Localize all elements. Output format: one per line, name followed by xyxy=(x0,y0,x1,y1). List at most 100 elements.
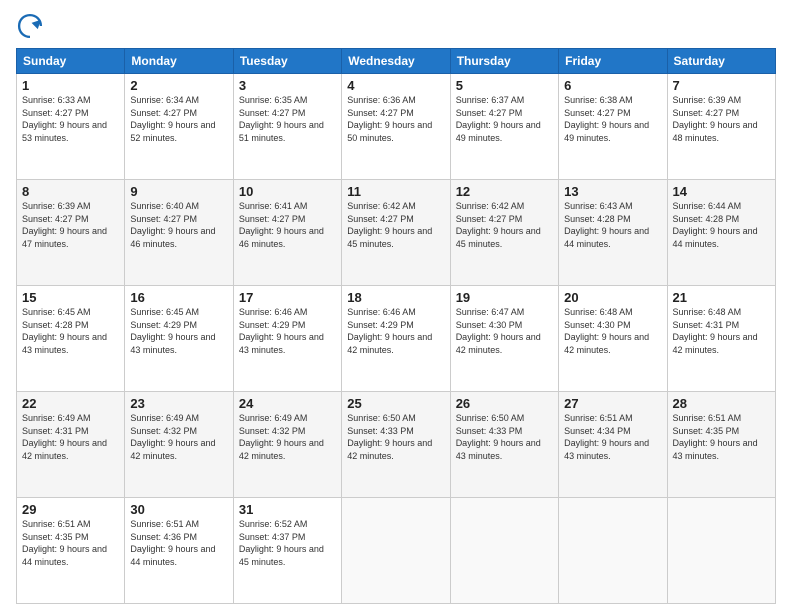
weekday-header-tuesday: Tuesday xyxy=(233,49,341,74)
calendar-cell: 20 Sunrise: 6:48 AMSunset: 4:30 PMDaylig… xyxy=(559,286,667,392)
day-info: Sunrise: 6:43 AMSunset: 4:28 PMDaylight:… xyxy=(564,201,649,249)
day-number: 8 xyxy=(22,184,119,199)
calendar-cell xyxy=(667,498,775,604)
day-number: 26 xyxy=(456,396,553,411)
day-number: 6 xyxy=(564,78,661,93)
day-number: 15 xyxy=(22,290,119,305)
day-number: 12 xyxy=(456,184,553,199)
day-info: Sunrise: 6:47 AMSunset: 4:30 PMDaylight:… xyxy=(456,307,541,355)
day-info: Sunrise: 6:51 AMSunset: 4:34 PMDaylight:… xyxy=(564,413,649,461)
day-info: Sunrise: 6:48 AMSunset: 4:30 PMDaylight:… xyxy=(564,307,649,355)
day-number: 11 xyxy=(347,184,444,199)
calendar-cell: 28 Sunrise: 6:51 AMSunset: 4:35 PMDaylig… xyxy=(667,392,775,498)
calendar-cell: 30 Sunrise: 6:51 AMSunset: 4:36 PMDaylig… xyxy=(125,498,233,604)
day-number: 16 xyxy=(130,290,227,305)
day-number: 27 xyxy=(564,396,661,411)
day-info: Sunrise: 6:49 AMSunset: 4:31 PMDaylight:… xyxy=(22,413,107,461)
day-number: 10 xyxy=(239,184,336,199)
calendar-cell: 15 Sunrise: 6:45 AMSunset: 4:28 PMDaylig… xyxy=(17,286,125,392)
day-number: 17 xyxy=(239,290,336,305)
day-info: Sunrise: 6:49 AMSunset: 4:32 PMDaylight:… xyxy=(130,413,215,461)
calendar-week-1: 1 Sunrise: 6:33 AMSunset: 4:27 PMDayligh… xyxy=(17,74,776,180)
calendar-week-2: 8 Sunrise: 6:39 AMSunset: 4:27 PMDayligh… xyxy=(17,180,776,286)
day-info: Sunrise: 6:41 AMSunset: 4:27 PMDaylight:… xyxy=(239,201,324,249)
day-number: 23 xyxy=(130,396,227,411)
calendar-week-3: 15 Sunrise: 6:45 AMSunset: 4:28 PMDaylig… xyxy=(17,286,776,392)
day-info: Sunrise: 6:45 AMSunset: 4:28 PMDaylight:… xyxy=(22,307,107,355)
day-number: 19 xyxy=(456,290,553,305)
calendar-cell: 8 Sunrise: 6:39 AMSunset: 4:27 PMDayligh… xyxy=(17,180,125,286)
day-info: Sunrise: 6:36 AMSunset: 4:27 PMDaylight:… xyxy=(347,95,432,143)
calendar-cell: 3 Sunrise: 6:35 AMSunset: 4:27 PMDayligh… xyxy=(233,74,341,180)
calendar-week-4: 22 Sunrise: 6:49 AMSunset: 4:31 PMDaylig… xyxy=(17,392,776,498)
calendar-cell: 24 Sunrise: 6:49 AMSunset: 4:32 PMDaylig… xyxy=(233,392,341,498)
day-number: 31 xyxy=(239,502,336,517)
header xyxy=(16,12,776,40)
weekday-header-thursday: Thursday xyxy=(450,49,558,74)
day-number: 18 xyxy=(347,290,444,305)
day-number: 14 xyxy=(673,184,770,199)
calendar-cell xyxy=(342,498,450,604)
day-info: Sunrise: 6:44 AMSunset: 4:28 PMDaylight:… xyxy=(673,201,758,249)
calendar-cell: 10 Sunrise: 6:41 AMSunset: 4:27 PMDaylig… xyxy=(233,180,341,286)
calendar-cell: 29 Sunrise: 6:51 AMSunset: 4:35 PMDaylig… xyxy=(17,498,125,604)
day-info: Sunrise: 6:39 AMSunset: 4:27 PMDaylight:… xyxy=(22,201,107,249)
day-number: 13 xyxy=(564,184,661,199)
day-info: Sunrise: 6:51 AMSunset: 4:35 PMDaylight:… xyxy=(22,519,107,567)
day-number: 22 xyxy=(22,396,119,411)
logo xyxy=(16,12,48,40)
day-number: 7 xyxy=(673,78,770,93)
day-info: Sunrise: 6:35 AMSunset: 4:27 PMDaylight:… xyxy=(239,95,324,143)
calendar-cell: 12 Sunrise: 6:42 AMSunset: 4:27 PMDaylig… xyxy=(450,180,558,286)
day-number: 2 xyxy=(130,78,227,93)
day-number: 30 xyxy=(130,502,227,517)
calendar-cell: 4 Sunrise: 6:36 AMSunset: 4:27 PMDayligh… xyxy=(342,74,450,180)
day-info: Sunrise: 6:33 AMSunset: 4:27 PMDaylight:… xyxy=(22,95,107,143)
calendar-cell: 23 Sunrise: 6:49 AMSunset: 4:32 PMDaylig… xyxy=(125,392,233,498)
calendar-cell: 6 Sunrise: 6:38 AMSunset: 4:27 PMDayligh… xyxy=(559,74,667,180)
calendar-cell: 7 Sunrise: 6:39 AMSunset: 4:27 PMDayligh… xyxy=(667,74,775,180)
calendar-cell: 25 Sunrise: 6:50 AMSunset: 4:33 PMDaylig… xyxy=(342,392,450,498)
day-number: 29 xyxy=(22,502,119,517)
calendar-week-5: 29 Sunrise: 6:51 AMSunset: 4:35 PMDaylig… xyxy=(17,498,776,604)
calendar-cell: 14 Sunrise: 6:44 AMSunset: 4:28 PMDaylig… xyxy=(667,180,775,286)
day-info: Sunrise: 6:46 AMSunset: 4:29 PMDaylight:… xyxy=(239,307,324,355)
day-info: Sunrise: 6:37 AMSunset: 4:27 PMDaylight:… xyxy=(456,95,541,143)
calendar-cell: 31 Sunrise: 6:52 AMSunset: 4:37 PMDaylig… xyxy=(233,498,341,604)
calendar-cell: 13 Sunrise: 6:43 AMSunset: 4:28 PMDaylig… xyxy=(559,180,667,286)
calendar-cell: 16 Sunrise: 6:45 AMSunset: 4:29 PMDaylig… xyxy=(125,286,233,392)
day-number: 21 xyxy=(673,290,770,305)
day-number: 9 xyxy=(130,184,227,199)
day-number: 24 xyxy=(239,396,336,411)
day-info: Sunrise: 6:39 AMSunset: 4:27 PMDaylight:… xyxy=(673,95,758,143)
calendar-table: SundayMondayTuesdayWednesdayThursdayFrid… xyxy=(16,48,776,604)
day-info: Sunrise: 6:34 AMSunset: 4:27 PMDaylight:… xyxy=(130,95,215,143)
day-info: Sunrise: 6:40 AMSunset: 4:27 PMDaylight:… xyxy=(130,201,215,249)
day-info: Sunrise: 6:45 AMSunset: 4:29 PMDaylight:… xyxy=(130,307,215,355)
day-info: Sunrise: 6:51 AMSunset: 4:36 PMDaylight:… xyxy=(130,519,215,567)
weekday-header-monday: Monday xyxy=(125,49,233,74)
day-number: 5 xyxy=(456,78,553,93)
day-info: Sunrise: 6:50 AMSunset: 4:33 PMDaylight:… xyxy=(347,413,432,461)
day-info: Sunrise: 6:49 AMSunset: 4:32 PMDaylight:… xyxy=(239,413,324,461)
calendar-cell: 27 Sunrise: 6:51 AMSunset: 4:34 PMDaylig… xyxy=(559,392,667,498)
weekday-header-friday: Friday xyxy=(559,49,667,74)
calendar-cell: 11 Sunrise: 6:42 AMSunset: 4:27 PMDaylig… xyxy=(342,180,450,286)
calendar-cell: 21 Sunrise: 6:48 AMSunset: 4:31 PMDaylig… xyxy=(667,286,775,392)
day-info: Sunrise: 6:46 AMSunset: 4:29 PMDaylight:… xyxy=(347,307,432,355)
calendar-cell: 18 Sunrise: 6:46 AMSunset: 4:29 PMDaylig… xyxy=(342,286,450,392)
day-number: 3 xyxy=(239,78,336,93)
day-info: Sunrise: 6:50 AMSunset: 4:33 PMDaylight:… xyxy=(456,413,541,461)
day-info: Sunrise: 6:51 AMSunset: 4:35 PMDaylight:… xyxy=(673,413,758,461)
calendar-cell: 5 Sunrise: 6:37 AMSunset: 4:27 PMDayligh… xyxy=(450,74,558,180)
calendar-cell xyxy=(559,498,667,604)
calendar-cell: 22 Sunrise: 6:49 AMSunset: 4:31 PMDaylig… xyxy=(17,392,125,498)
weekday-header-wednesday: Wednesday xyxy=(342,49,450,74)
day-info: Sunrise: 6:48 AMSunset: 4:31 PMDaylight:… xyxy=(673,307,758,355)
calendar-cell: 17 Sunrise: 6:46 AMSunset: 4:29 PMDaylig… xyxy=(233,286,341,392)
day-info: Sunrise: 6:42 AMSunset: 4:27 PMDaylight:… xyxy=(347,201,432,249)
calendar-cell: 9 Sunrise: 6:40 AMSunset: 4:27 PMDayligh… xyxy=(125,180,233,286)
weekday-header-sunday: Sunday xyxy=(17,49,125,74)
day-number: 28 xyxy=(673,396,770,411)
calendar-cell: 2 Sunrise: 6:34 AMSunset: 4:27 PMDayligh… xyxy=(125,74,233,180)
